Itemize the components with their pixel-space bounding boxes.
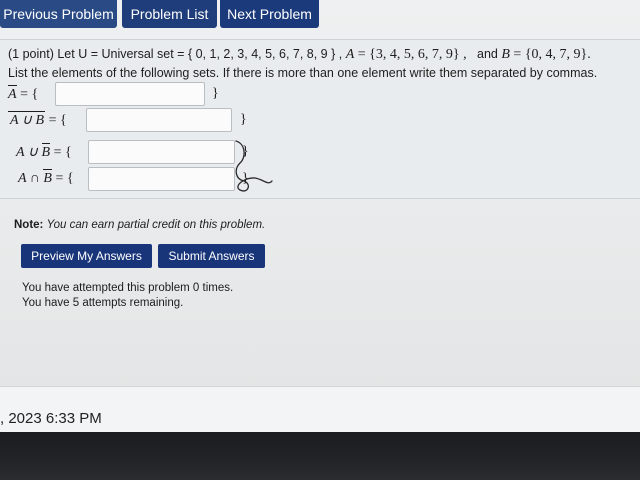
set-b-value: = {0, 4, 7, 9}. xyxy=(513,47,591,62)
equals-open-brace: = { xyxy=(55,171,74,186)
problem-list-button[interactable]: Problem List xyxy=(122,0,217,28)
answer-row-union-complement: A ∪ B = { xyxy=(8,108,67,132)
instructions-text: List the elements of the following sets.… xyxy=(8,66,598,80)
a-intersect-b-complement-input[interactable] xyxy=(88,167,235,191)
union-complement-label: A ∪ B xyxy=(8,110,46,128)
set-b-name: B xyxy=(501,47,510,62)
b-complement-label: B xyxy=(43,169,52,186)
set-a-value: = {3, 4, 5, 6, 7, 9} , xyxy=(357,47,467,62)
equals-open-brace: = { xyxy=(53,144,72,160)
attempts-made-text: You have attempted this problem 0 times. xyxy=(22,282,234,294)
problem-statement: (1 point) Let U = Universal set = { 0, 1… xyxy=(8,47,591,63)
previous-problem-button[interactable]: Previous Problem xyxy=(0,0,117,28)
submit-answers-button[interactable]: Submit Answers xyxy=(158,244,265,268)
a-complement-input[interactable] xyxy=(55,82,205,106)
close-brace: } xyxy=(240,112,247,127)
next-problem-button[interactable]: Next Problem xyxy=(220,0,319,28)
note-text: You can earn partial credit on this prob… xyxy=(46,219,266,231)
answer-row-a-union-b-complement: A ∪ B = { xyxy=(16,140,72,164)
a-union-b-complement-input[interactable] xyxy=(88,140,235,164)
union-complement-input[interactable] xyxy=(86,108,232,132)
page-footer: , 2023 6:33 PM xyxy=(0,386,640,432)
note-label: Note: xyxy=(14,219,44,231)
answer-row-a-complement: A = { xyxy=(8,83,38,107)
b-complement-label: B xyxy=(41,142,51,160)
problem-panel: (1 point) Let U = Universal set = { 0, 1… xyxy=(0,39,640,199)
footer-timestamp: , 2023 6:33 PM xyxy=(0,410,102,427)
close-brace: } xyxy=(212,86,219,101)
browser-screen: Previous Problem Problem List Next Probl… xyxy=(0,0,640,432)
universal-set-text: Let U = Universal set = { 0, 1, 2, 3, 4,… xyxy=(57,47,343,61)
points-label: (1 point) xyxy=(8,47,54,61)
a-intersect-label: A ∩ xyxy=(18,171,40,186)
equals-open-brace: = { xyxy=(48,112,67,128)
a-union-label: A ∪ xyxy=(16,144,39,160)
partial-credit-note: Note: You can earn partial credit on thi… xyxy=(14,219,265,231)
monitor-bezel xyxy=(0,432,640,480)
equals-open-brace: = { xyxy=(20,87,39,102)
answer-row-a-intersect-b-complement: A ∩ B = { xyxy=(18,167,74,191)
close-brace: } xyxy=(242,171,249,186)
close-brace: } xyxy=(242,144,249,159)
a-complement-label: A xyxy=(8,85,17,102)
preview-answers-button[interactable]: Preview My Answers xyxy=(21,244,152,268)
and-text: and xyxy=(477,47,498,61)
attempts-remaining-text: You have 5 attempts remaining. xyxy=(22,297,184,309)
set-a-name: A xyxy=(345,47,355,62)
